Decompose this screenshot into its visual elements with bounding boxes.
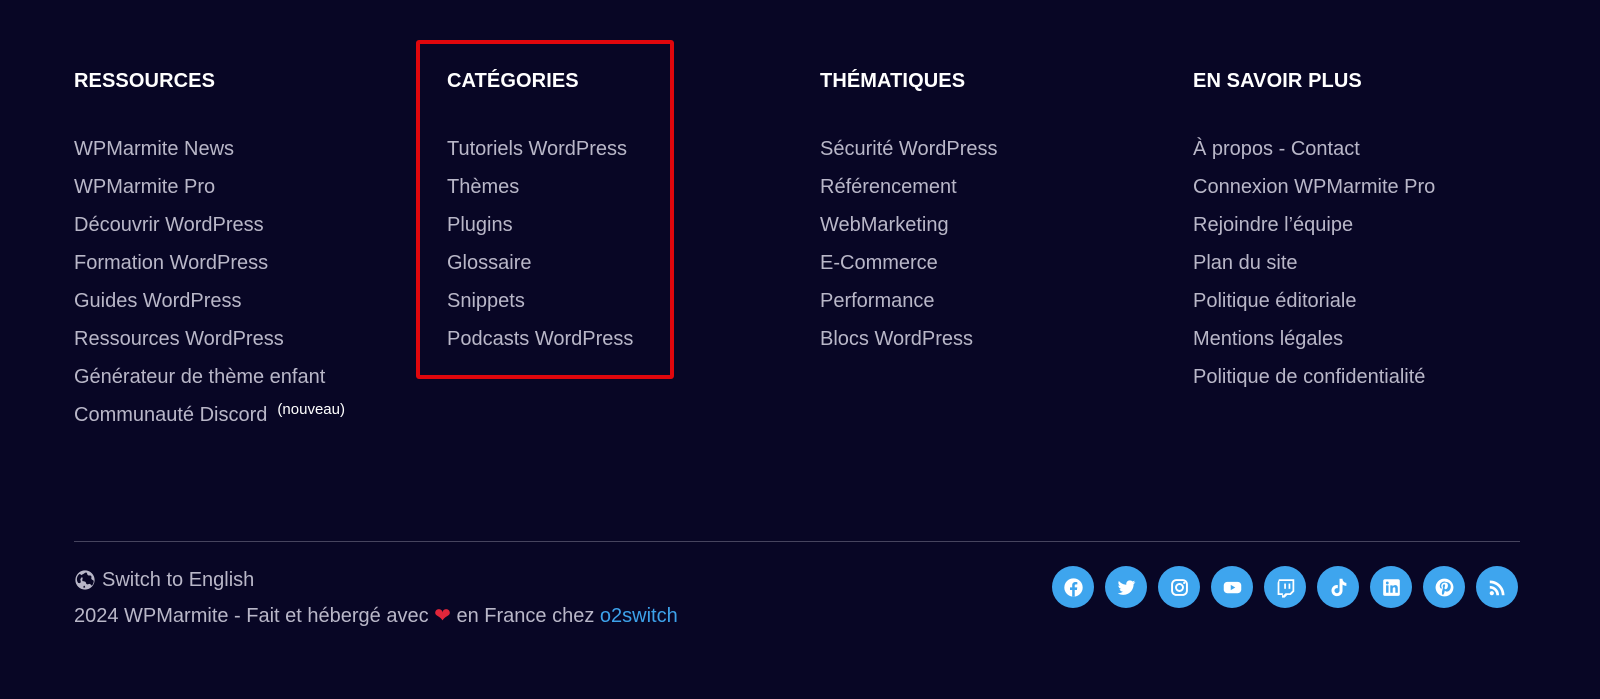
new-badge: (nouveau): [277, 401, 345, 418]
footer-link[interactable]: Plan du site: [1193, 252, 1298, 274]
host-link[interactable]: o2switch: [600, 605, 678, 627]
footer-column-thematiques: THÉMATIQUES Sécurité WordPress Référence…: [820, 68, 1180, 364]
instagram-icon: [1170, 578, 1188, 596]
link-list: WPMarmite News WPMarmite Pro Découvrir W…: [74, 136, 434, 440]
copyright-prefix: 2024 WPMarmite - Fait et hébergé avec: [74, 605, 429, 627]
instagram-button[interactable]: [1158, 566, 1200, 608]
list-item[interactable]: Politique éditoriale: [1193, 288, 1553, 326]
list-item[interactable]: Guides WordPress: [74, 288, 434, 326]
list-item[interactable]: Blocs WordPress: [820, 326, 1180, 364]
heart-icon: ❤: [434, 605, 451, 627]
globe-icon: [75, 570, 95, 590]
tiktok-icon: [1331, 578, 1346, 596]
footer-link[interactable]: Connexion WPMarmite Pro: [1193, 176, 1435, 198]
footer-divider: [74, 541, 1520, 542]
twitch-icon: [1277, 578, 1294, 598]
list-item[interactable]: À propos - Contact: [1193, 136, 1553, 174]
footer-link[interactable]: Mentions légales: [1193, 328, 1343, 350]
column-title: RESSOURCES: [74, 70, 216, 92]
footer-columns: RESSOURCES WPMarmite News WPMarmite Pro …: [74, 0, 1554, 460]
linkedin-button[interactable]: [1370, 566, 1412, 608]
pinterest-button[interactable]: [1423, 566, 1465, 608]
footer-link[interactable]: Guides WordPress: [74, 290, 241, 312]
list-item[interactable]: Mentions légales: [1193, 326, 1553, 364]
list-item[interactable]: WPMarmite Pro: [74, 174, 434, 212]
link-list: Sécurité WordPress Référencement WebMark…: [820, 136, 1180, 364]
footer-link[interactable]: Sécurité WordPress: [820, 138, 997, 160]
twitter-button[interactable]: [1105, 566, 1147, 608]
list-item[interactable]: Ressources WordPress: [74, 326, 434, 364]
copyright-middle: en France chez: [456, 605, 595, 627]
rss-button[interactable]: [1476, 566, 1518, 608]
language-switch[interactable]: Switch to English: [74, 567, 678, 593]
facebook-button[interactable]: [1052, 566, 1094, 608]
footer-link[interactable]: Performance: [820, 290, 935, 312]
twitter-icon: [1117, 579, 1135, 595]
footer-link[interactable]: Ressources WordPress: [74, 328, 284, 350]
list-item[interactable]: Découvrir WordPress: [74, 212, 434, 250]
footer-link[interactable]: Politique éditoriale: [1193, 290, 1356, 312]
highlight-box: [416, 40, 674, 379]
list-item[interactable]: Plan du site: [1193, 250, 1553, 288]
footer-link[interactable]: Référencement: [820, 176, 957, 198]
footer-link[interactable]: Blocs WordPress: [820, 328, 973, 350]
list-item[interactable]: Politique de confidentialité: [1193, 364, 1553, 402]
footer-link[interactable]: Politique de confidentialité: [1193, 366, 1425, 388]
column-title: THÉMATIQUES: [820, 70, 966, 92]
list-item[interactable]: WebMarketing: [820, 212, 1180, 250]
rss-icon: [1489, 580, 1504, 595]
footer-link[interactable]: Communauté Discord: [74, 404, 267, 426]
social-links: [1052, 566, 1518, 608]
footer-link[interactable]: Formation WordPress: [74, 252, 268, 274]
list-item[interactable]: Connexion WPMarmite Pro: [1193, 174, 1553, 212]
footer-link[interactable]: WebMarketing: [820, 214, 949, 236]
language-switch-label[interactable]: Switch to English: [102, 567, 254, 593]
footer-column-en-savoir-plus: EN SAVOIR PLUS À propos - Contact Connex…: [1193, 68, 1553, 402]
list-item[interactable]: Rejoindre l’équipe: [1193, 212, 1553, 250]
footer-link[interactable]: WPMarmite Pro: [74, 176, 215, 198]
list-item[interactable]: Communauté Discord (nouveau): [74, 401, 434, 440]
column-title: EN SAVOIR PLUS: [1193, 70, 1362, 92]
footer-link[interactable]: Générateur de thème enfant: [74, 366, 325, 388]
twitch-button[interactable]: [1264, 566, 1306, 608]
list-item[interactable]: Sécurité WordPress: [820, 136, 1180, 174]
footer-bottom-left: Switch to English 2024 WPMarmite - Fait …: [74, 567, 678, 629]
pinterest-icon: [1435, 578, 1453, 596]
footer-column-ressources: RESSOURCES WPMarmite News WPMarmite Pro …: [74, 68, 434, 440]
facebook-icon: [1063, 577, 1083, 597]
list-item[interactable]: Référencement: [820, 174, 1180, 212]
footer-link[interactable]: Découvrir WordPress: [74, 214, 264, 236]
footer-link[interactable]: E-Commerce: [820, 252, 938, 274]
copyright: 2024 WPMarmite - Fait et hébergé avec ❤ …: [74, 603, 678, 629]
list-item[interactable]: E-Commerce: [820, 250, 1180, 288]
footer-link[interactable]: WPMarmite News: [74, 138, 234, 160]
linkedin-icon: [1382, 578, 1400, 596]
footer-link[interactable]: Rejoindre l’équipe: [1193, 214, 1353, 236]
youtube-icon: [1223, 581, 1241, 593]
list-item[interactable]: Performance: [820, 288, 1180, 326]
list-item[interactable]: WPMarmite News: [74, 136, 434, 174]
youtube-button[interactable]: [1211, 566, 1253, 608]
list-item[interactable]: Formation WordPress: [74, 250, 434, 288]
footer-link[interactable]: À propos - Contact: [1193, 138, 1360, 160]
link-list: À propos - Contact Connexion WPMarmite P…: [1193, 136, 1553, 402]
tiktok-button[interactable]: [1317, 566, 1359, 608]
list-item[interactable]: Générateur de thème enfant: [74, 364, 434, 402]
